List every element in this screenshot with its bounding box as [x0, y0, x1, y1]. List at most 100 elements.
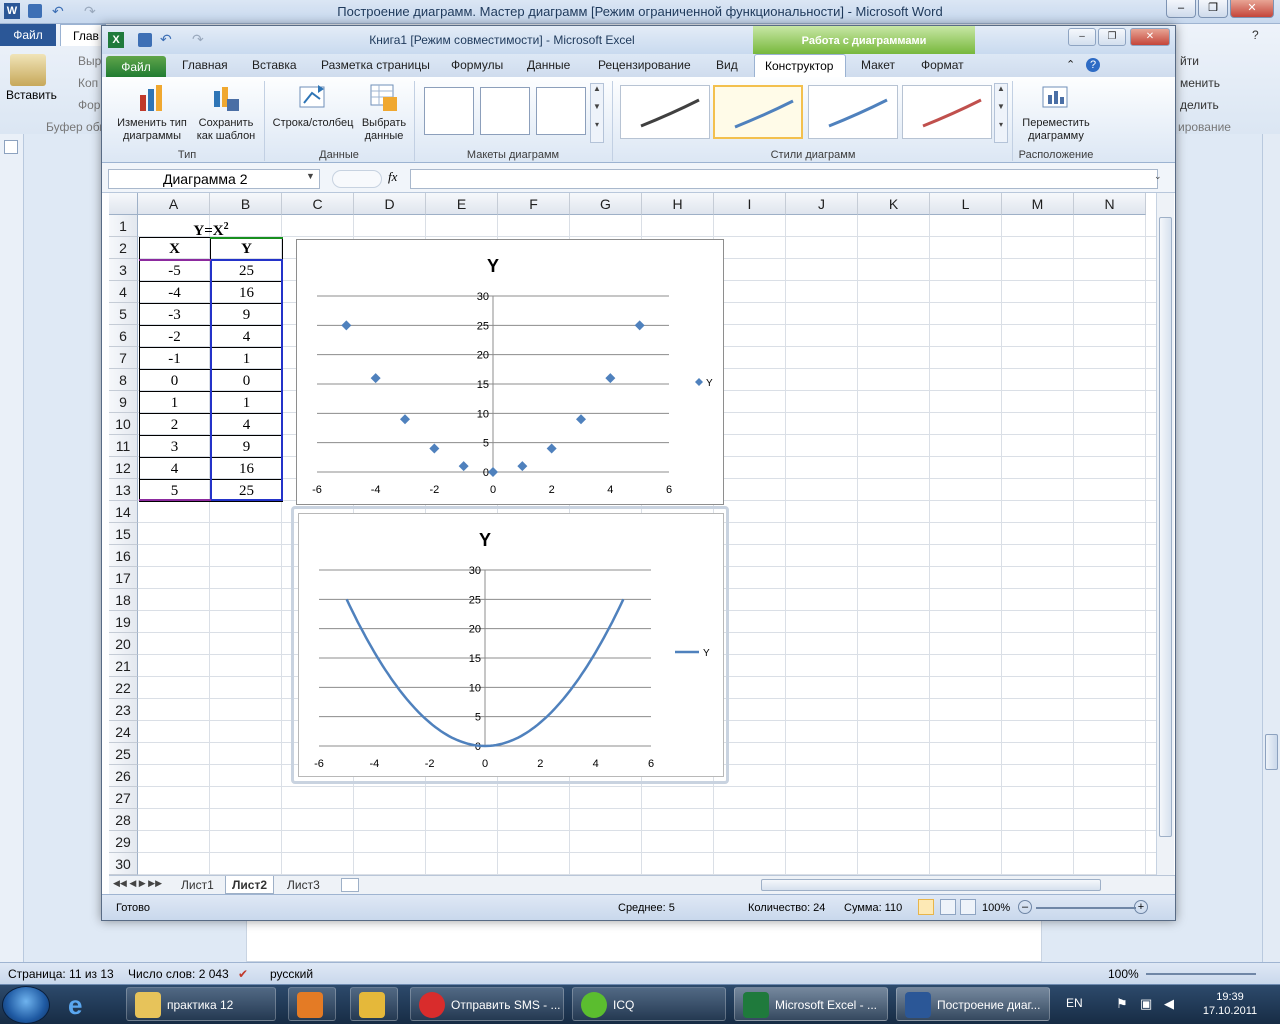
row-header-5[interactable]: 5 [109, 303, 138, 325]
system-clock[interactable]: 19:39 17.10.2011 [1190, 990, 1270, 1018]
cell-y[interactable]: 4 [211, 326, 282, 348]
row-header-14[interactable]: 14 [109, 501, 138, 523]
tab-insert[interactable]: Вставка [252, 58, 297, 72]
row-header-4[interactable]: 4 [109, 281, 138, 303]
formula-input[interactable] [410, 169, 1158, 189]
tray-flag-icon[interactable]: ⚑ [1116, 996, 1128, 1012]
column-header-E[interactable]: E [426, 193, 498, 215]
excel-zoom-level[interactable]: 100% [982, 902, 1010, 914]
cell-x[interactable]: -4 [139, 282, 210, 304]
row-header-22[interactable]: 22 [109, 677, 138, 699]
row-header-18[interactable]: 18 [109, 589, 138, 611]
column-header-I[interactable]: I [714, 193, 786, 215]
tab-data[interactable]: Данные [527, 58, 570, 72]
cell-x[interactable]: -5 [139, 260, 210, 282]
taskbar-item-icq[interactable]: ICQ [572, 987, 726, 1021]
tab-design[interactable]: Конструктор [754, 54, 846, 78]
sheet-tab-3[interactable]: Лист3 [281, 876, 326, 894]
cell-y[interactable]: 1 [211, 348, 282, 370]
chart-layout-1[interactable] [424, 87, 474, 135]
taskbar-item-excel[interactable]: Microsoft Excel - ... [734, 987, 888, 1021]
row-header-7[interactable]: 7 [109, 347, 138, 369]
row-header-26[interactable]: 26 [109, 765, 138, 787]
row-header-10[interactable]: 10 [109, 413, 138, 435]
taskbar-item-media-player[interactable] [288, 987, 336, 1021]
header-y[interactable]: Y [211, 238, 282, 260]
chart-style-3[interactable] [808, 85, 898, 139]
internet-explorer-icon[interactable]: e [68, 990, 108, 1020]
row-header-11[interactable]: 11 [109, 435, 138, 457]
cell-x[interactable]: 2 [139, 414, 210, 436]
sheet-tab-2-active[interactable]: Лист2 [225, 876, 275, 894]
chart-style-4[interactable] [902, 85, 992, 139]
row-header-29[interactable]: 29 [109, 831, 138, 853]
tray-network-icon[interactable]: ▣ [1140, 996, 1152, 1012]
tab-formulas[interactable]: Формулы [451, 58, 503, 72]
line-chart[interactable]: Y 0 5 10 15 20 25 30 -6 -4 -2 0 2 4 6 Y [298, 513, 724, 777]
status-sum[interactable]: Сумма: 110 [844, 902, 902, 914]
cell-y[interactable]: 0 [211, 370, 282, 392]
word-maximize-button[interactable]: ❐ [1198, 0, 1228, 18]
column-header-N[interactable]: N [1074, 193, 1146, 215]
cell-x[interactable]: 1 [139, 392, 210, 414]
row-header-12[interactable]: 12 [109, 457, 138, 479]
zoom-in-button[interactable]: + [1134, 900, 1148, 914]
cell-y[interactable]: 4 [211, 414, 282, 436]
column-header-F[interactable]: F [498, 193, 570, 215]
row-header-20[interactable]: 20 [109, 633, 138, 655]
status-average[interactable]: Среднее: 5 [618, 902, 675, 914]
row-header-6[interactable]: 6 [109, 325, 138, 347]
tab-page-layout[interactable]: Разметка страницы [321, 58, 430, 72]
horizontal-scroll-thumb[interactable] [761, 879, 1101, 891]
column-header-L[interactable]: L [930, 193, 1002, 215]
excel-undo-icon[interactable]: ↶ [160, 31, 172, 48]
name-box[interactable]: Диаграмма 2 [108, 169, 320, 189]
cell-y[interactable]: 25 [211, 260, 282, 282]
word-minimize-button[interactable]: – [1166, 0, 1196, 18]
zoom-out-button[interactable]: – [1018, 900, 1032, 914]
excel-close-button[interactable]: ✕ [1130, 28, 1170, 46]
column-header-A[interactable]: A [138, 193, 210, 215]
formula-expand-icon[interactable]: ⌄ [1154, 171, 1162, 182]
zoom-slider[interactable] [1036, 907, 1136, 909]
cell-y[interactable]: 16 [211, 458, 282, 480]
row-header-17[interactable]: 17 [109, 567, 138, 589]
tab-format[interactable]: Формат [921, 58, 964, 72]
excel-restore-button[interactable]: ❐ [1098, 28, 1126, 46]
word-tab-file[interactable]: Файл [0, 24, 56, 46]
column-header-H[interactable]: H [642, 193, 714, 215]
header-x[interactable]: X [139, 238, 210, 260]
sheet-nav-first-icon[interactable]: ◀◀ ◀ ▶ ▶▶ [113, 878, 162, 889]
normal-view-icon[interactable] [918, 899, 934, 915]
select-all-corner[interactable] [109, 193, 138, 215]
cell-x[interactable]: 3 [139, 436, 210, 458]
tray-volume-icon[interactable]: ◀ [1164, 996, 1174, 1012]
cell-x[interactable]: -1 [139, 348, 210, 370]
keyboard-language[interactable]: EN [1066, 996, 1083, 1010]
word-zoom-level[interactable]: 100% [1108, 967, 1139, 981]
word-zoom-slider[interactable] [1146, 973, 1256, 975]
word-scroll-thumb[interactable] [1265, 734, 1278, 770]
column-header-G[interactable]: G [570, 193, 642, 215]
row-header-24[interactable]: 24 [109, 721, 138, 743]
cell-x[interactable]: -2 [139, 326, 210, 348]
switch-row-column-button[interactable]: Строка/столбец [268, 83, 358, 130]
tab-home[interactable]: Главная [182, 58, 228, 72]
replace-button[interactable]: менить [1180, 76, 1220, 90]
format-painter-button[interactable]: Фор [78, 98, 100, 112]
name-box-dropdown-icon[interactable]: ▼ [306, 171, 315, 181]
column-header-J[interactable]: J [786, 193, 858, 215]
row-header-9[interactable]: 9 [109, 391, 138, 413]
tab-file[interactable]: Файл [106, 56, 166, 78]
page-break-view-icon[interactable] [960, 899, 976, 915]
worksheet-grid[interactable]: ABCDEFGHIJKLMN 1 2 3 4 5 6 7 8 9 10 11 12 13 14 15 16 17… [109, 193, 1156, 875]
excel-vertical-scrollbar[interactable] [1156, 193, 1174, 875]
cell-x[interactable]: -3 [139, 304, 210, 326]
column-header-D[interactable]: D [354, 193, 426, 215]
excel-help-icon[interactable]: ? [1086, 58, 1100, 72]
tab-review[interactable]: Рецензирование [598, 58, 691, 72]
start-button[interactable] [2, 986, 50, 1024]
cell-y[interactable]: 16 [211, 282, 282, 304]
excel-scroll-thumb[interactable] [1159, 217, 1172, 837]
row-header-25[interactable]: 25 [109, 743, 138, 765]
